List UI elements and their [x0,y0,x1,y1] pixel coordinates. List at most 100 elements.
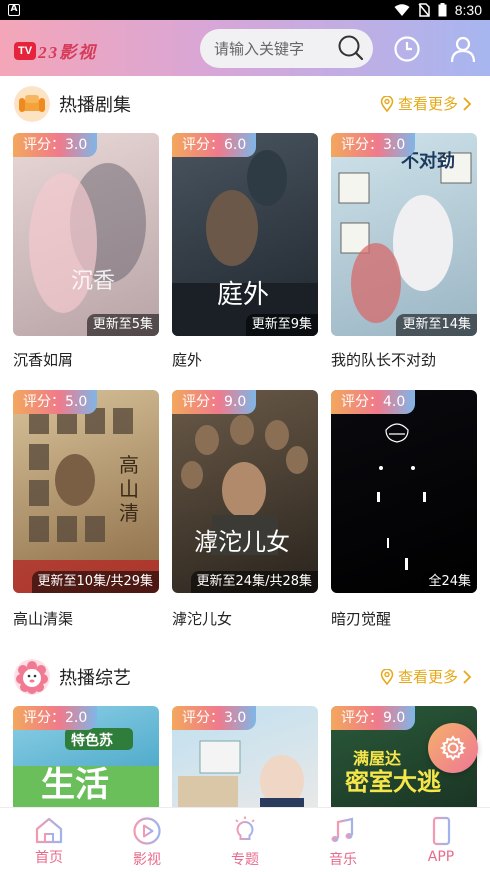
chevron-right-icon [463,96,472,111]
series-title[interactable]: 庭外 [172,349,202,370]
score-badge: 评分：3.0 [172,706,257,730]
series-title[interactable]: 沉香如屑 [13,349,73,370]
update-badge: 全24集 [422,571,477,593]
location-pin-icon [380,668,394,685]
svg-text:沉香: 沉香 [71,269,115,294]
svg-text:生活: 生活 [41,765,109,805]
svg-text:特色苏: 特色苏 [71,732,113,749]
search-icon[interactable] [337,34,365,62]
update-badge: 更新至24集/共28集 [190,571,318,593]
battery-icon [438,3,447,17]
nav-app[interactable]: APP [401,816,481,865]
poster-art [377,423,426,570]
user-profile-icon[interactable] [448,34,478,64]
series-title[interactable]: 高山清渠 [13,608,73,629]
wifi-icon [394,3,410,16]
gear-icon [439,735,467,761]
lion-mascot-icon [14,659,50,695]
score-badge: 评分：5.0 [13,390,98,414]
score-badge: 评分：3.0 [13,133,98,157]
score-badge: 评分：2.0 [13,706,98,730]
poster-art: 沉香 [29,163,146,313]
score-badge: 评分：6.0 [172,133,257,157]
search-box[interactable] [200,29,373,68]
series-title[interactable]: 我的队长不对劲 [331,349,436,370]
status-bar: A 8:30 [0,0,490,20]
update-badge: 更新至10集/共29集 [31,571,159,593]
history-clock-icon[interactable] [392,34,422,64]
poster-image[interactable]: 沉香 评分：3.0 更新至5集 [13,133,159,336]
series-card[interactable]: 滹沱儿女 评分：9.0 更新至24集/共28集 [172,390,318,593]
logo-brand-text: 23影视 [38,43,98,62]
nav-music[interactable]: 音乐 [303,816,383,869]
poster-image[interactable]: 庭外 评分：6.0 更新至9集 [172,133,318,336]
phone-icon [432,816,451,846]
nav-home[interactable]: 首页 [9,816,89,867]
nav-label: 影视 [133,852,161,868]
svg-text:滹沱儿女: 滹沱儿女 [194,528,290,556]
notification-app-icon: A [8,4,20,16]
nav-label: 首页 [35,850,63,866]
clock-time: 8:30 [454,2,482,18]
score-badge: 评分：4.0 [331,390,416,414]
series-card[interactable]: 评分：4.0 全24集 [331,390,477,593]
logo-tv-badge: TV [14,41,37,60]
chevron-right-icon [463,669,472,684]
poster-art: 不对劲 [338,150,472,323]
svg-text:密室大逃: 密室大逃 [345,768,441,796]
poster-image[interactable]: 特色苏生活 评分：2.0 [13,706,159,807]
bottom-navigation: 首页 影视 专题 音乐 APP [0,807,490,872]
music-icon [331,817,354,842]
see-more-label: 查看更多 [397,95,458,113]
app-header: TV 23影视 [0,20,490,76]
section-title: 热播综艺 [59,668,131,689]
poster-image[interactable]: 评分：4.0 全24集 [331,390,477,593]
score-badge: 评分：3.0 [331,133,416,157]
nav-label: APP [427,849,455,865]
bulb-icon [235,816,255,844]
series-card[interactable]: 沉香 评分：3.0 更新至5集 [13,133,159,336]
svg-text:满屋达: 满屋达 [353,749,401,768]
see-more-link[interactable]: 查看更多 [380,93,472,114]
series-title[interactable]: 滹沱儿女 [172,608,232,629]
update-badge: 更新至14集 [396,314,477,336]
update-badge: 更新至5集 [86,314,159,336]
nav-label: 专题 [231,852,259,868]
series-card[interactable]: 不对劲 评分：3.0 更新至14集 [331,133,477,336]
svg-text:庭外: 庭外 [217,280,269,310]
update-badge: 更新至9集 [245,314,318,336]
play-icon [133,817,161,845]
svg-text:山: 山 [119,477,139,501]
svg-text:清: 清 [119,501,139,525]
no-sim-icon [418,3,430,17]
nav-label: 音乐 [329,852,357,868]
location-pin-icon [380,95,394,112]
see-more-link[interactable]: 查看更多 [380,666,472,687]
section-hot-series-header: 热播剧集 查看更多 [0,83,490,123]
section-title: 热播剧集 [59,95,131,116]
poster-art: 高山清 [13,408,159,593]
nav-topics[interactable]: 专题 [205,816,285,869]
variety-card[interactable]: 评分：3.0 [172,706,318,807]
poster-image[interactable]: 评分：3.0 [172,706,318,807]
floating-settings-button[interactable] [428,723,478,773]
poster-art: 滹沱儿女 [181,415,308,556]
poster-art: 庭外 [172,150,318,336]
poster-image[interactable]: 不对劲 评分：3.0 更新至14集 [331,133,477,336]
section-hot-variety-header: 热播综艺 查看更多 [0,656,490,696]
search-input[interactable] [214,38,334,60]
series-card[interactable]: 庭外 评分：6.0 更新至9集 [172,133,318,336]
score-badge: 评分：9.0 [331,706,416,730]
series-card[interactable]: 高山清 评分：5.0 更新至10集/共29集 [13,390,159,593]
poster-image[interactable]: 高山清 评分：5.0 更新至10集/共29集 [13,390,159,593]
nav-movies[interactable]: 影视 [107,816,187,869]
series-title[interactable]: 暗刃觉醒 [331,608,391,629]
sofa-icon [14,86,50,122]
see-more-label: 查看更多 [397,668,458,686]
home-icon [35,817,63,844]
svg-text:高: 高 [119,453,139,477]
app-logo[interactable]: TV 23影视 [14,38,97,63]
score-badge: 评分：9.0 [172,390,257,414]
poster-image[interactable]: 滹沱儿女 评分：9.0 更新至24集/共28集 [172,390,318,593]
variety-card[interactable]: 特色苏生活 评分：2.0 [13,706,159,807]
